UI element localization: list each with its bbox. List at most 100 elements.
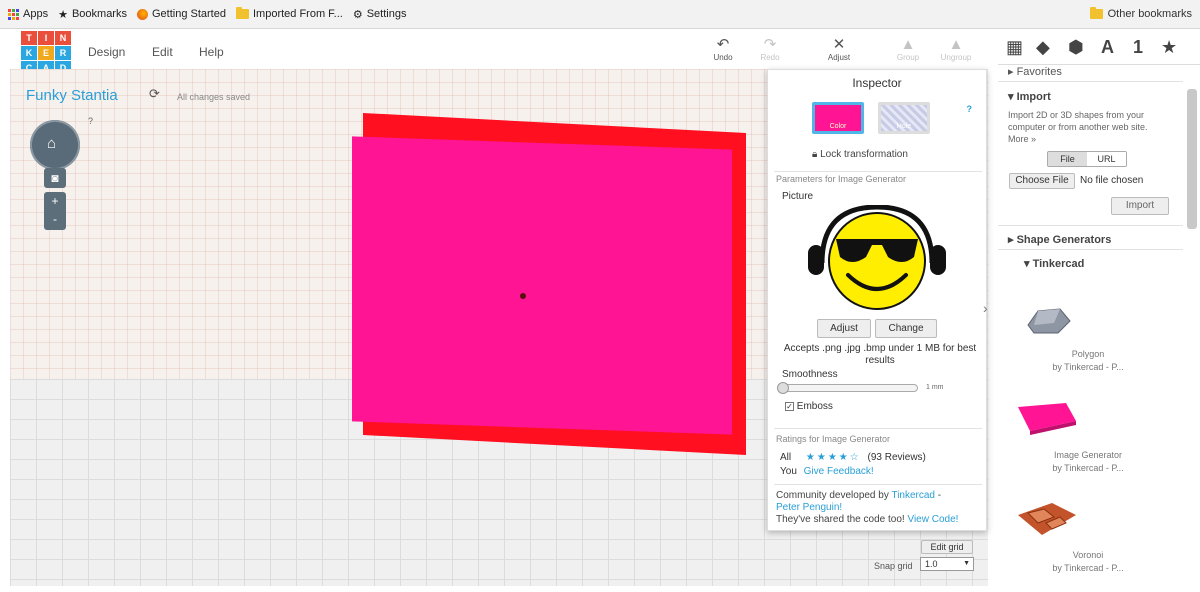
slider-thumb[interactable] <box>777 382 789 394</box>
snap-grid-label: Snap grid <box>874 561 913 571</box>
emboss-checkbox[interactable]: ✓ <box>785 402 794 411</box>
import-source-toggle[interactable]: File URL <box>1047 151 1127 167</box>
numbers-icon[interactable]: 1 <box>1133 37 1143 58</box>
inspector-title: Inspector <box>852 76 902 90</box>
smiley-picture[interactable] <box>804 205 950 310</box>
item-author: by Tinkercad - P... <box>1052 463 1124 473</box>
import-button[interactable]: Import <box>1111 197 1169 215</box>
community-credit: Community developed by Tinkercad - Peter… <box>776 490 959 525</box>
star-icon[interactable]: ★ <box>1161 37 1177 58</box>
project-title[interactable]: Funky Stantia <box>26 87 118 104</box>
snap-grid-value: 1.0 <box>925 559 938 569</box>
item-author: by Tinkercad - P... <box>1052 563 1124 573</box>
bookmark-getting-started[interactable]: Getting Started <box>136 8 226 20</box>
zoom-control[interactable]: + - <box>44 192 66 230</box>
folder-icon <box>235 7 249 19</box>
author2-link[interactable]: Peter Penguin! <box>776 502 842 513</box>
grid-icon[interactable]: ▦ <box>1006 37 1023 58</box>
adjust-picture-button[interactable]: Adjust <box>817 319 871 338</box>
shape-center-handle[interactable] <box>520 293 526 299</box>
redo-button[interactable]: ↷ Redo <box>748 37 792 63</box>
group-button[interactable]: ▲ Group <box>886 37 930 63</box>
hole-label: Hole <box>896 123 912 130</box>
tinkercad-label: Tinkercad <box>1032 258 1085 270</box>
apps-icon <box>8 8 19 20</box>
letters-icon[interactable]: A <box>1101 37 1114 58</box>
inspector-help[interactable]: ? <box>967 104 973 114</box>
ungroup-button[interactable]: ▲ Ungroup <box>934 36 978 63</box>
perspective-toggle[interactable]: ◙ <box>44 168 66 188</box>
smoothness-slider[interactable] <box>777 382 918 394</box>
divider <box>774 484 982 485</box>
rating-all-label: All <box>780 452 792 463</box>
polygon-item[interactable]: Polygon by Tinkercad - P... <box>998 348 1178 374</box>
hole-swatch[interactable]: Hole <box>878 102 930 134</box>
color-label: Color <box>829 123 847 130</box>
other-bookmarks[interactable]: Other bookmarks <box>1089 7 1192 20</box>
polygon-thumbnail[interactable] <box>1024 305 1072 335</box>
lock-icon: 🔒︎ <box>812 149 818 160</box>
more-link[interactable]: More » <box>1008 134 1036 144</box>
collapse-panel-icon[interactable]: › <box>983 300 993 320</box>
voronoi-item[interactable]: Voronoi by Tinkercad - P... <box>998 549 1178 575</box>
params-title: Parameters for Image Generator <box>776 174 907 184</box>
tinkercad-section[interactable]: ▾ Tinkercad <box>1024 257 1084 270</box>
view-cube-nav[interactable]: ⌂ <box>30 120 80 170</box>
file-tab[interactable]: File <box>1048 152 1087 166</box>
undo-icon: ↶ <box>716 36 730 53</box>
cube-icon: ◙ <box>51 171 59 185</box>
item-name: Polygon <box>1071 349 1105 359</box>
shape-generators-section[interactable]: ▸ Shape Generators <box>1008 233 1111 246</box>
nav-help[interactable]: ? <box>88 116 93 126</box>
adjust-button[interactable]: ✕ Adjust <box>817 36 861 63</box>
zoom-out-icon[interactable]: - <box>53 212 57 226</box>
adjust-icon: ✕ <box>832 36 846 53</box>
author-link[interactable]: Tinkercad <box>891 490 935 501</box>
snap-grid-select[interactable]: 1.0 ▼ <box>920 557 974 571</box>
lock-transformation[interactable]: 🔒︎ Lock transformation <box>812 149 908 160</box>
divider <box>774 171 982 172</box>
refresh-icon[interactable]: ⟳ <box>149 86 160 102</box>
apps-bookmark[interactable]: Apps <box>8 8 48 20</box>
home-icon[interactable]: ⌂ <box>47 135 56 152</box>
give-feedback-link[interactable]: Give Feedback! <box>804 466 874 477</box>
favorites-section[interactable]: ▸ Favorites <box>1008 65 1062 78</box>
bookmark-label: Settings <box>366 8 407 20</box>
change-picture-button[interactable]: Change <box>875 319 937 338</box>
color-swatch[interactable]: Color <box>812 102 864 134</box>
shapes-panel: ▦ ◆ ⬢ A 1 ★ ▸ Favorites ▾ Import Import … <box>998 29 1200 592</box>
bookmark-bookmarks[interactable]: ★ Bookmarks <box>58 8 127 21</box>
menu-design[interactable]: Design <box>88 45 125 59</box>
emboss-option[interactable]: ✓ Emboss <box>785 401 833 412</box>
redo-label: Redo <box>760 53 780 62</box>
divider <box>774 428 982 429</box>
choose-file-button[interactable]: Choose File <box>1009 173 1075 189</box>
no-file-label: No file chosen <box>1080 175 1144 186</box>
lock-label: Lock transformation <box>820 149 908 160</box>
import-section[interactable]: ▾ Import <box>1008 90 1051 103</box>
bookmark-settings[interactable]: ⚙ Settings <box>353 8 407 21</box>
image-generator-item[interactable]: Image Generator by Tinkercad - P... <box>998 449 1178 475</box>
menu-edit[interactable]: Edit <box>152 45 173 59</box>
inspector-panel: Inspector ? Color Hole 🔒︎ Lock transform… <box>767 69 987 531</box>
menu-help[interactable]: Help <box>199 45 224 59</box>
url-tab[interactable]: URL <box>1087 152 1126 166</box>
favorites-label: Favorites <box>1016 66 1062 78</box>
logo-letter: T <box>21 31 37 45</box>
panel-scrollbar[interactable] <box>1187 89 1197 229</box>
cube-icon[interactable]: ◆ <box>1036 37 1050 58</box>
image-generator-thumbnail[interactable] <box>1016 401 1078 435</box>
view-code-link[interactable]: View Code! <box>907 514 958 525</box>
bookmark-imported[interactable]: Imported From F... <box>235 7 343 20</box>
edit-grid-button[interactable]: Edit grid <box>921 540 973 554</box>
undo-button[interactable]: ↶ Undo <box>701 36 745 63</box>
shape-icon[interactable]: ⬢ <box>1068 37 1084 58</box>
picture-label: Picture <box>782 191 814 202</box>
logo-letter: R <box>55 46 71 60</box>
undo-label: Undo <box>713 53 733 62</box>
ungroup-icon: ▲ <box>948 36 964 53</box>
divider <box>998 249 1183 250</box>
zoom-in-icon[interactable]: + <box>51 194 58 208</box>
image-generator-shape[interactable] <box>352 136 732 435</box>
voronoi-thumbnail[interactable] <box>1016 501 1078 537</box>
